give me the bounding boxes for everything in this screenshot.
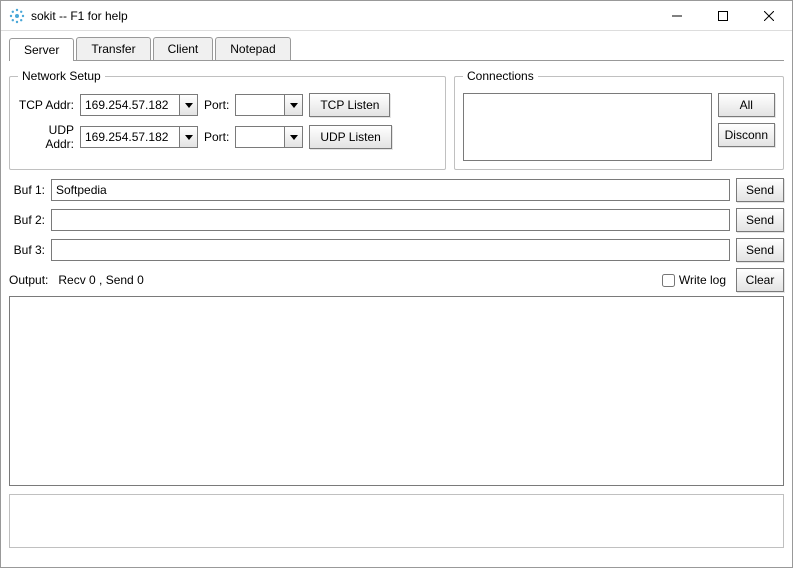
tab-client[interactable]: Client [153, 37, 214, 60]
buf2-label: Buf 2: [9, 213, 45, 227]
disconn-button[interactable]: Disconn [718, 123, 775, 147]
connections-legend: Connections [463, 69, 538, 83]
write-log-input[interactable] [662, 274, 675, 287]
buf3-label: Buf 3: [9, 243, 45, 257]
udp-addr-combo[interactable] [80, 126, 198, 148]
tcp-addr-combo[interactable] [80, 94, 198, 116]
clear-button[interactable]: Clear [736, 268, 784, 292]
window-title: sokit -- F1 for help [31, 9, 654, 23]
tcp-listen-button[interactable]: TCP Listen [309, 93, 390, 117]
tab-transfer[interactable]: Transfer [76, 37, 150, 60]
chevron-down-icon[interactable] [284, 95, 302, 115]
buf1-label: Buf 1: [9, 183, 45, 197]
all-button[interactable]: All [718, 93, 775, 117]
maximize-button[interactable] [700, 1, 746, 31]
tab-bar: Server Transfer Client Notepad [9, 37, 784, 61]
tcp-addr-input[interactable] [81, 98, 179, 112]
tcp-port-combo[interactable] [235, 94, 303, 116]
chevron-down-icon[interactable] [179, 95, 197, 115]
tab-notepad[interactable]: Notepad [215, 37, 290, 60]
chevron-down-icon[interactable] [284, 127, 302, 147]
close-button[interactable] [746, 1, 792, 31]
udp-port-combo[interactable] [235, 126, 303, 148]
tcp-addr-label: TCP Addr: [18, 98, 74, 112]
buf2-send-button[interactable]: Send [736, 208, 784, 232]
buf1-input[interactable] [51, 179, 730, 201]
udp-addr-input[interactable] [81, 130, 179, 144]
buf2-input[interactable] [51, 209, 730, 231]
minimize-button[interactable] [654, 1, 700, 31]
output-stats: Recv 0 , Send 0 [58, 273, 143, 287]
window-controls [654, 1, 792, 31]
output-label: Output: [9, 273, 48, 287]
udp-listen-button[interactable]: UDP Listen [309, 125, 391, 149]
connections-group: Connections All Disconn [454, 69, 784, 170]
titlebar: sokit -- F1 for help [1, 1, 792, 31]
write-log-label: Write log [679, 273, 726, 287]
tcp-port-input[interactable] [236, 98, 284, 112]
network-setup-group: Network Setup TCP Addr: Port: TCP Listen… [9, 69, 446, 170]
buf1-send-button[interactable]: Send [736, 178, 784, 202]
buf3-input[interactable] [51, 239, 730, 261]
connections-list[interactable] [463, 93, 712, 161]
udp-port-input[interactable] [236, 130, 284, 144]
write-log-checkbox[interactable]: Write log [662, 273, 726, 287]
tcp-port-label: Port: [204, 98, 229, 112]
buf3-send-button[interactable]: Send [736, 238, 784, 262]
udp-addr-label: UDP Addr: [18, 123, 74, 151]
bottom-panel [9, 494, 784, 548]
udp-port-label: Port: [204, 130, 229, 144]
chevron-down-icon[interactable] [179, 127, 197, 147]
tab-server[interactable]: Server [9, 38, 74, 61]
app-icon [9, 8, 25, 24]
output-log[interactable] [9, 296, 784, 486]
network-setup-legend: Network Setup [18, 69, 105, 83]
